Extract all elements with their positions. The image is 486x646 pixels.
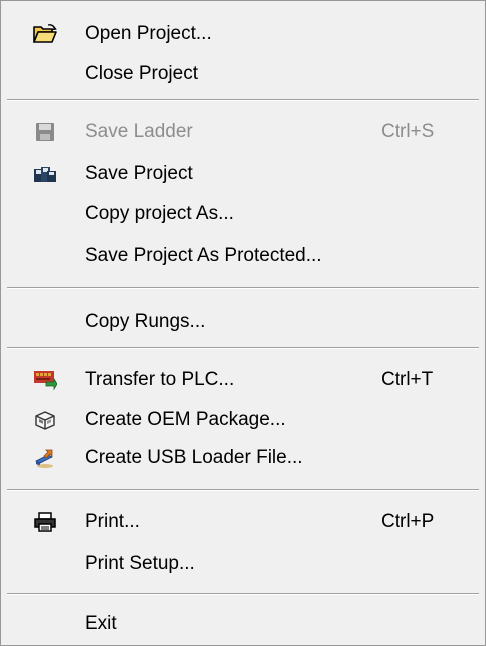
save-ladder-label: Save Ladder: [85, 121, 193, 142]
open-folder-icon: [32, 21, 58, 47]
print-setup-menu-item[interactable]: Print Setup...: [7, 547, 479, 581]
usb-loader-icon: [32, 445, 58, 471]
copy-project-as-menu-item[interactable]: Copy project As...: [7, 197, 479, 231]
copy-rungs-label: Copy Rungs...: [85, 311, 206, 332]
save-ladder-menu-item: Save Ladder Ctrl+S: [7, 115, 479, 149]
plc-transfer-icon: [32, 367, 58, 393]
print-shortcut: Ctrl+P: [381, 511, 435, 532]
transfer-to-plc-shortcut: Ctrl+T: [381, 369, 434, 390]
save-project-as-protected-menu-item[interactable]: Save Project As Protected...: [7, 239, 479, 273]
exit-label: Exit: [85, 613, 117, 634]
create-usb-loader-file-label: Create USB Loader File...: [85, 447, 303, 468]
close-project-label: Close Project: [85, 63, 198, 84]
separator: [7, 489, 479, 491]
create-usb-loader-file-menu-item[interactable]: Create USB Loader File...: [7, 441, 479, 475]
copy-project-as-label: Copy project As...: [85, 203, 234, 224]
copy-rungs-menu-item[interactable]: Copy Rungs...: [7, 305, 479, 339]
separator: [7, 99, 479, 101]
separator: [7, 593, 479, 595]
open-project-menu-item[interactable]: Open Project...: [7, 17, 479, 51]
save-project-menu-item[interactable]: Save Project: [7, 157, 479, 191]
create-oem-package-menu-item[interactable]: Create OEM Package...: [7, 403, 479, 437]
save-project-label: Save Project: [85, 163, 193, 184]
separator: [7, 287, 479, 289]
print-menu-item[interactable]: Print... Ctrl+P: [7, 505, 479, 539]
save-project-as-protected-label: Save Project As Protected...: [85, 245, 322, 266]
floppy-disk-icon: [32, 119, 58, 145]
transfer-to-plc-menu-item[interactable]: Transfer to PLC... Ctrl+T: [7, 363, 479, 397]
create-oem-package-label: Create OEM Package...: [85, 409, 286, 430]
close-project-menu-item[interactable]: Close Project: [7, 57, 479, 91]
transfer-to-plc-label: Transfer to PLC...: [85, 369, 235, 390]
printer-icon: [32, 509, 58, 535]
save-ladder-shortcut: Ctrl+S: [381, 121, 435, 142]
separator: [7, 347, 479, 349]
file-menu: Open Project... Close Project Save Ladde…: [0, 0, 486, 646]
print-label: Print...: [85, 511, 140, 532]
print-setup-label: Print Setup...: [85, 553, 195, 574]
exit-menu-item[interactable]: Exit: [7, 607, 479, 641]
package-icon: [32, 407, 58, 433]
save-multiple-icon: [32, 161, 58, 187]
open-project-label: Open Project...: [85, 23, 212, 44]
